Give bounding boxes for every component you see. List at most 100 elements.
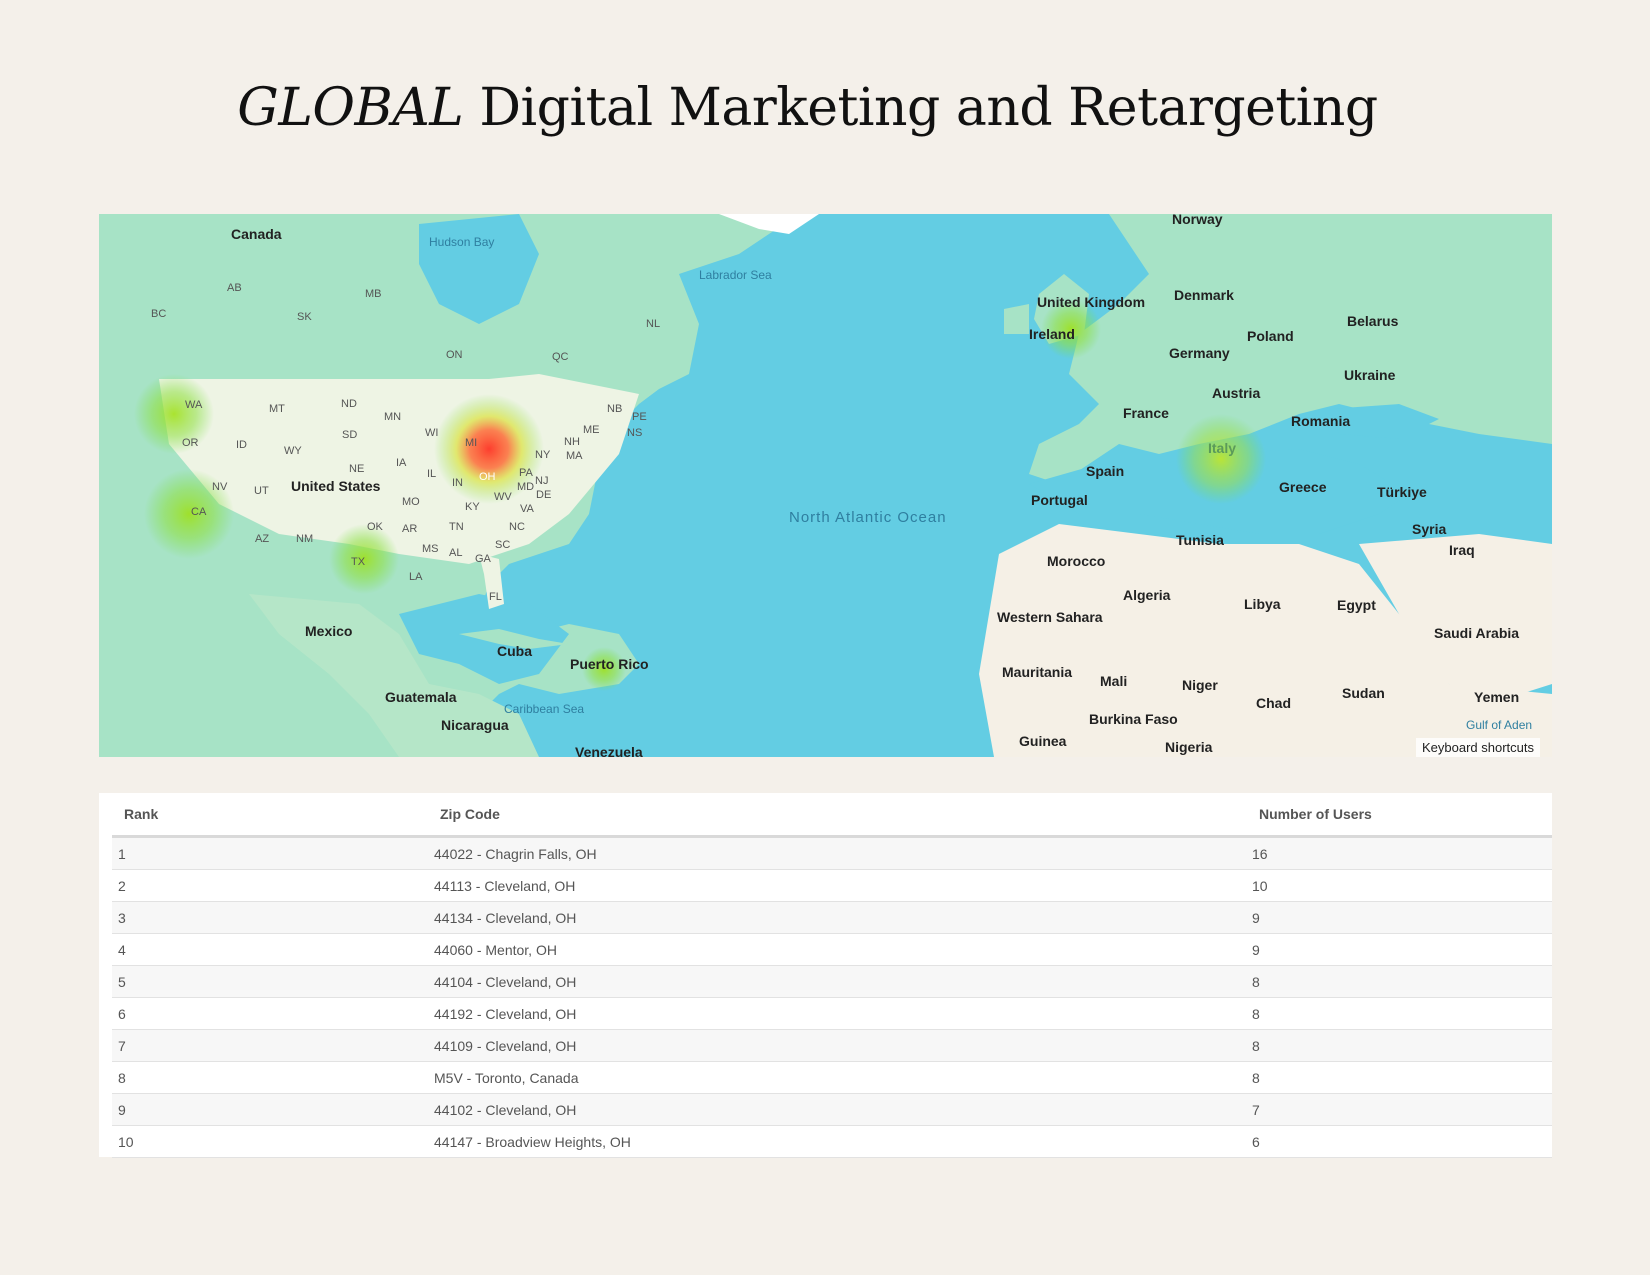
region-label: NY (535, 449, 551, 461)
region-label: VA (520, 503, 535, 515)
region-label: QC (552, 351, 569, 363)
users-cell: 8 (1252, 965, 1552, 998)
region-label: OH (479, 471, 496, 483)
heatmap-map[interactable]: Hudson Bay Labrador Sea North Atlantic O… (99, 214, 1552, 757)
water-label-north-atlantic: North Atlantic Ocean (789, 509, 947, 526)
keyboard-shortcuts-link[interactable]: Keyboard shortcuts (1415, 738, 1540, 757)
region-label: PE (632, 411, 647, 423)
country-label-sudan: Sudan (1342, 685, 1385, 701)
table-row: 8 M5V - Toronto, Canada 8 (112, 1061, 1552, 1094)
country-label-tunisia: Tunisia (1176, 532, 1224, 548)
region-label: NS (627, 427, 642, 439)
ireland-land (1004, 304, 1029, 334)
table-row: 9 44102 - Cleveland, OH 7 (112, 1093, 1552, 1126)
region-label: CA (191, 506, 207, 518)
region-label: WI (425, 427, 438, 439)
region-label: LA (409, 571, 423, 583)
water-label-gulf-of-aden: Gulf of Aden (1466, 718, 1532, 732)
country-label-portugal: Portugal (1031, 492, 1088, 508)
rank-cell: 9 (112, 1093, 434, 1126)
region-label: MT (269, 403, 285, 415)
country-label-italy: Italy (1208, 440, 1236, 456)
country-label-greece: Greece (1279, 479, 1327, 495)
region-label: NH (564, 436, 580, 448)
country-label-romania: Romania (1291, 413, 1350, 429)
rank-cell: 1 (112, 836, 434, 870)
title-text: Digital Marketing and Retargeting (479, 78, 1378, 138)
rank-cell: 3 (112, 901, 434, 934)
region-label: ND (341, 398, 357, 410)
users-cell: 6 (1252, 1125, 1552, 1158)
country-label-saudi-arabia: Saudi Arabia (1434, 625, 1519, 641)
country-label-poland: Poland (1247, 328, 1294, 344)
region-label: WV (494, 491, 512, 503)
zip-code-cell: 44104 - Cleveland, OH (434, 965, 1252, 998)
country-label-egypt: Egypt (1337, 597, 1376, 613)
heat-italy (1176, 414, 1266, 504)
zip-code-cell: 44102 - Cleveland, OH (434, 1093, 1252, 1126)
country-label-burkina-faso: Burkina Faso (1089, 711, 1178, 727)
country-label-iraq: Iraq (1449, 542, 1475, 558)
region-label: UT (254, 485, 269, 497)
column-header-zip-code[interactable]: Zip Code (434, 793, 1252, 838)
table-row: 10 44147 - Broadview Heights, OH 6 (112, 1125, 1552, 1158)
region-label: NC (509, 521, 525, 533)
country-label-canada: Canada (231, 226, 282, 242)
column-header-rank[interactable]: Rank (112, 793, 434, 838)
region-label: ID (236, 439, 247, 451)
region-label: AB (227, 282, 242, 294)
table-header-row: Rank Zip Code Number of Users (112, 793, 1552, 838)
country-label-belarus: Belarus (1347, 313, 1399, 329)
region-label: KY (465, 501, 480, 513)
country-label-france: France (1123, 405, 1169, 421)
region-label: SD (342, 429, 357, 441)
water-label-hudson-bay: Hudson Bay (429, 235, 494, 249)
europe-land (1029, 214, 1552, 484)
users-cell: 9 (1252, 933, 1552, 966)
region-label: NJ (535, 475, 548, 487)
region-label: DE (536, 489, 551, 501)
rank-cell: 8 (112, 1061, 434, 1094)
country-label-nicaragua: Nicaragua (441, 717, 509, 733)
water-label-labrador-sea: Labrador Sea (699, 268, 772, 282)
column-header-number-of-users[interactable]: Number of Users (1252, 793, 1552, 838)
region-label: BC (151, 308, 166, 320)
page-title: GLOBAL Digital Marketing and Retargeting (0, 78, 1615, 138)
region-label: NM (296, 533, 313, 545)
country-label-chad: Chad (1256, 695, 1291, 711)
zip-code-cell: 44192 - Cleveland, OH (434, 997, 1252, 1030)
region-label: GA (475, 553, 492, 565)
table-row: 5 44104 - Cleveland, OH 8 (112, 965, 1552, 998)
country-label-austria: Austria (1212, 385, 1260, 401)
region-label: NE (349, 463, 364, 475)
country-label-mauritania: Mauritania (1002, 664, 1072, 680)
zip-code-cell: M5V - Toronto, Canada (434, 1061, 1252, 1094)
users-by-zip-table: Rank Zip Code Number of Users 1 44022 - C… (99, 793, 1552, 1158)
rank-cell: 2 (112, 869, 434, 902)
map-canvas[interactable]: Hudson Bay Labrador Sea North Atlantic O… (99, 214, 1552, 757)
table-row: 4 44060 - Mentor, OH 9 (112, 933, 1552, 966)
country-label-united-states: United States (291, 478, 381, 494)
title-emphasis: GLOBAL (237, 78, 464, 138)
zip-code-cell: 44147 - Broadview Heights, OH (434, 1125, 1252, 1158)
zip-code-cell: 44113 - Cleveland, OH (434, 869, 1252, 902)
region-label: MA (566, 450, 583, 462)
region-label: TN (449, 521, 464, 533)
zip-code-cell: 44022 - Chagrin Falls, OH (434, 836, 1252, 870)
users-cell: 8 (1252, 1061, 1552, 1094)
region-label: MI (465, 437, 477, 449)
table-row: 1 44022 - Chagrin Falls, OH 16 (112, 836, 1552, 870)
users-cell: 8 (1252, 1029, 1552, 1062)
region-label: SC (495, 539, 510, 551)
region-label: SK (297, 311, 312, 323)
region-label: MO (402, 496, 420, 508)
region-label: FL (489, 591, 502, 603)
rank-cell: 10 (112, 1125, 434, 1158)
country-label-libya: Libya (1244, 596, 1281, 612)
region-label: WY (284, 445, 302, 457)
region-label: MS (422, 543, 439, 555)
table-row: 6 44192 - Cleveland, OH 8 (112, 997, 1552, 1030)
region-label: NB (607, 403, 622, 415)
region-label: ON (446, 349, 463, 361)
region-label: AR (402, 523, 417, 535)
